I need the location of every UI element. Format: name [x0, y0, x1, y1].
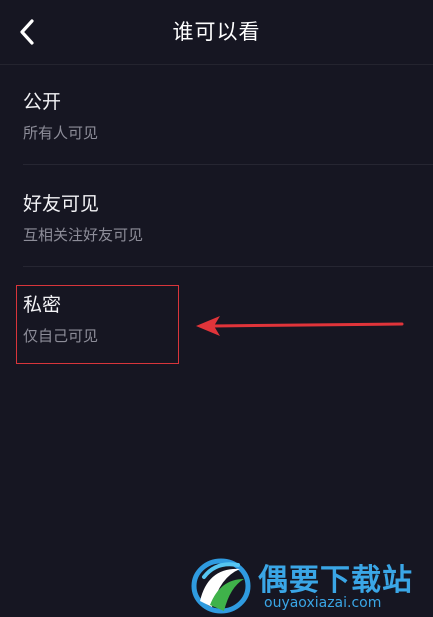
divider: [23, 164, 433, 165]
watermark-name: 偶要下载站: [258, 563, 413, 598]
option-label: 好友可见: [23, 193, 100, 215]
option-friends[interactable]: 好友可见 互相关注好友可见: [0, 167, 433, 267]
top-bar: 谁可以看: [0, 0, 433, 65]
watermark-domain: ouyaoxiazai.com: [264, 595, 382, 611]
watermark: 偶要下载站 ouyaoxiazai.com: [190, 553, 433, 617]
site-logo-icon: [191, 558, 251, 614]
divider: [23, 266, 433, 267]
option-label: 公开: [23, 91, 62, 113]
page-title: 谁可以看: [172, 20, 261, 44]
option-description: 所有人可见: [23, 124, 99, 142]
option-public[interactable]: 公开 所有人可见: [0, 65, 433, 165]
red-arrow-icon: [196, 316, 404, 336]
option-description: 互相关注好友可见: [23, 226, 144, 244]
highlight-box: [16, 285, 179, 364]
